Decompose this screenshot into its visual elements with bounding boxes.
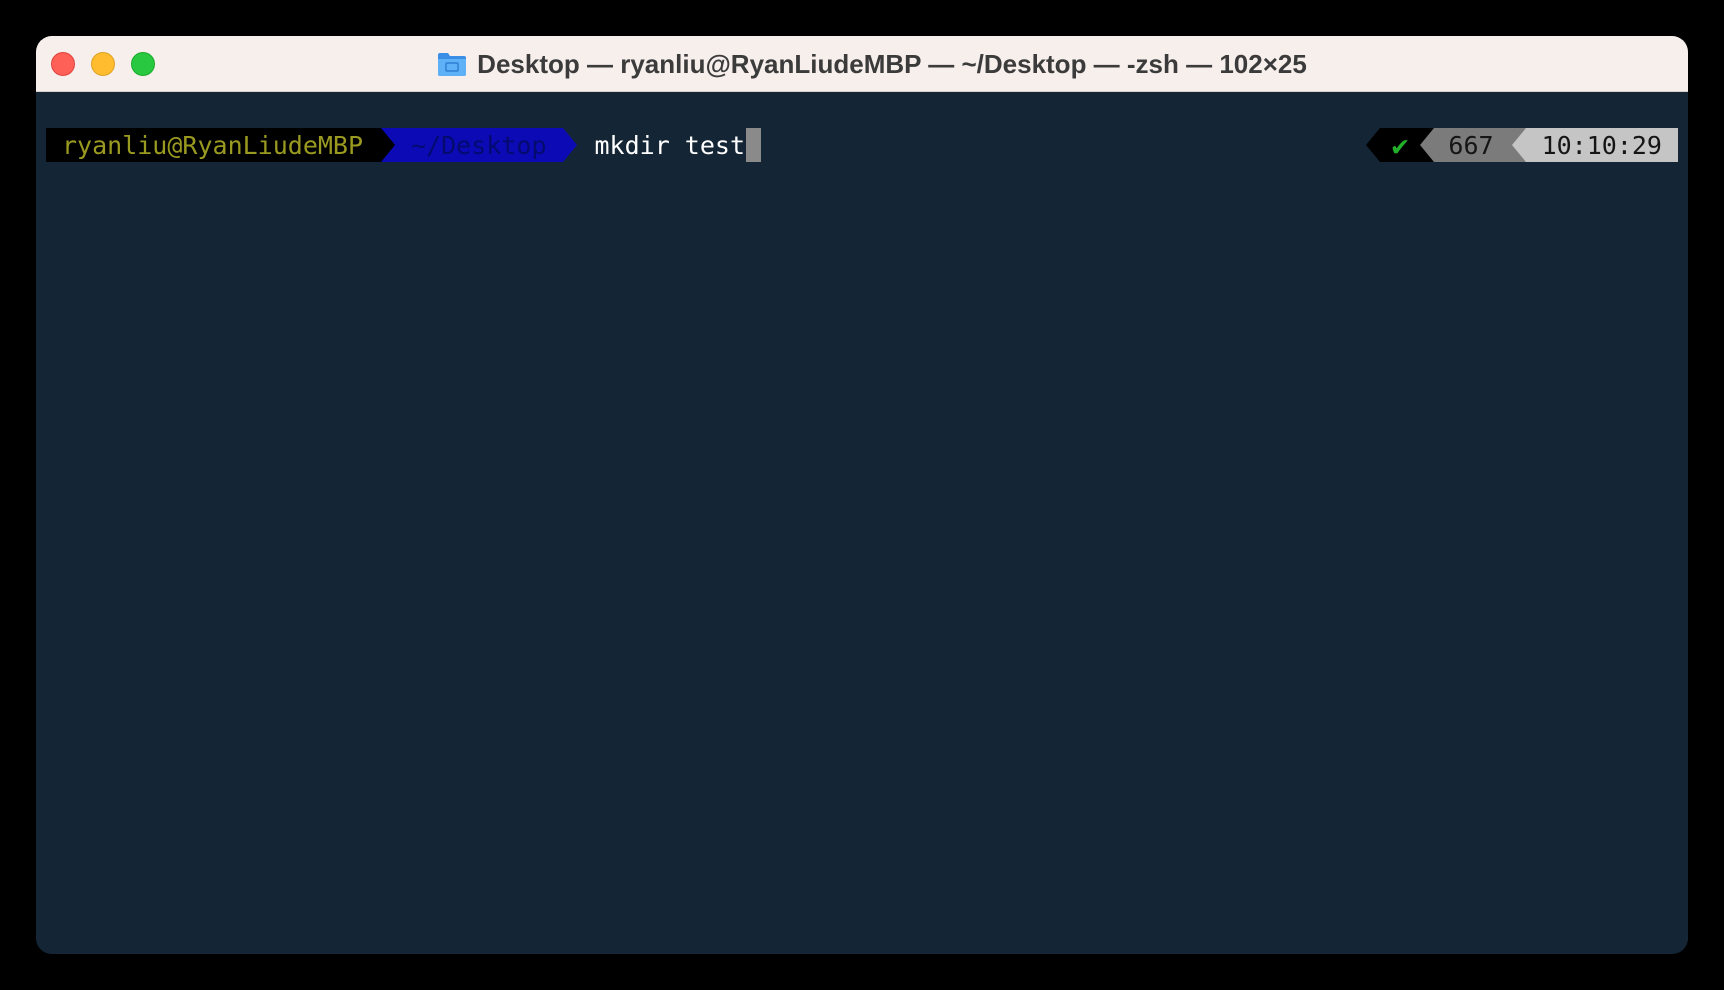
status-ok-icon: ✔ — [1379, 128, 1421, 162]
prompt-separator — [1420, 128, 1435, 162]
terminal-content[interactable]: ryanliu@RyanLiudeMBP ~/Desktop mkdir tes… — [36, 92, 1688, 954]
prompt-separator — [1511, 128, 1526, 162]
command-input[interactable]: mkdir test — [595, 131, 746, 160]
left-prompt: ryanliu@RyanLiudeMBP ~/Desktop mkdir tes… — [46, 128, 762, 162]
window-title: Desktop — ryanliu@RyanLiudeMBP — ~/Deskt… — [36, 36, 1688, 92]
prompt-time: 10:10:29 — [1525, 128, 1678, 162]
prompt-directory: ~/Desktop — [395, 128, 563, 162]
history-number: 667 — [1434, 128, 1512, 162]
text-cursor — [746, 128, 762, 162]
terminal-window: Desktop — ryanliu@RyanLiudeMBP — ~/Deskt… — [36, 36, 1688, 954]
prompt-separator — [1365, 128, 1380, 162]
prompt-separator — [562, 128, 577, 162]
prompt-user-host: ryanliu@RyanLiudeMBP — [46, 128, 382, 162]
right-prompt: ✔ 667 10:10:29 — [1365, 128, 1678, 162]
window-title-text: Desktop — ryanliu@RyanLiudeMBP — ~/Deskt… — [477, 48, 1307, 79]
folder-icon — [437, 51, 467, 77]
title-bar[interactable]: Desktop — ryanliu@RyanLiudeMBP — ~/Deskt… — [36, 36, 1688, 92]
prompt-separator — [381, 128, 396, 162]
